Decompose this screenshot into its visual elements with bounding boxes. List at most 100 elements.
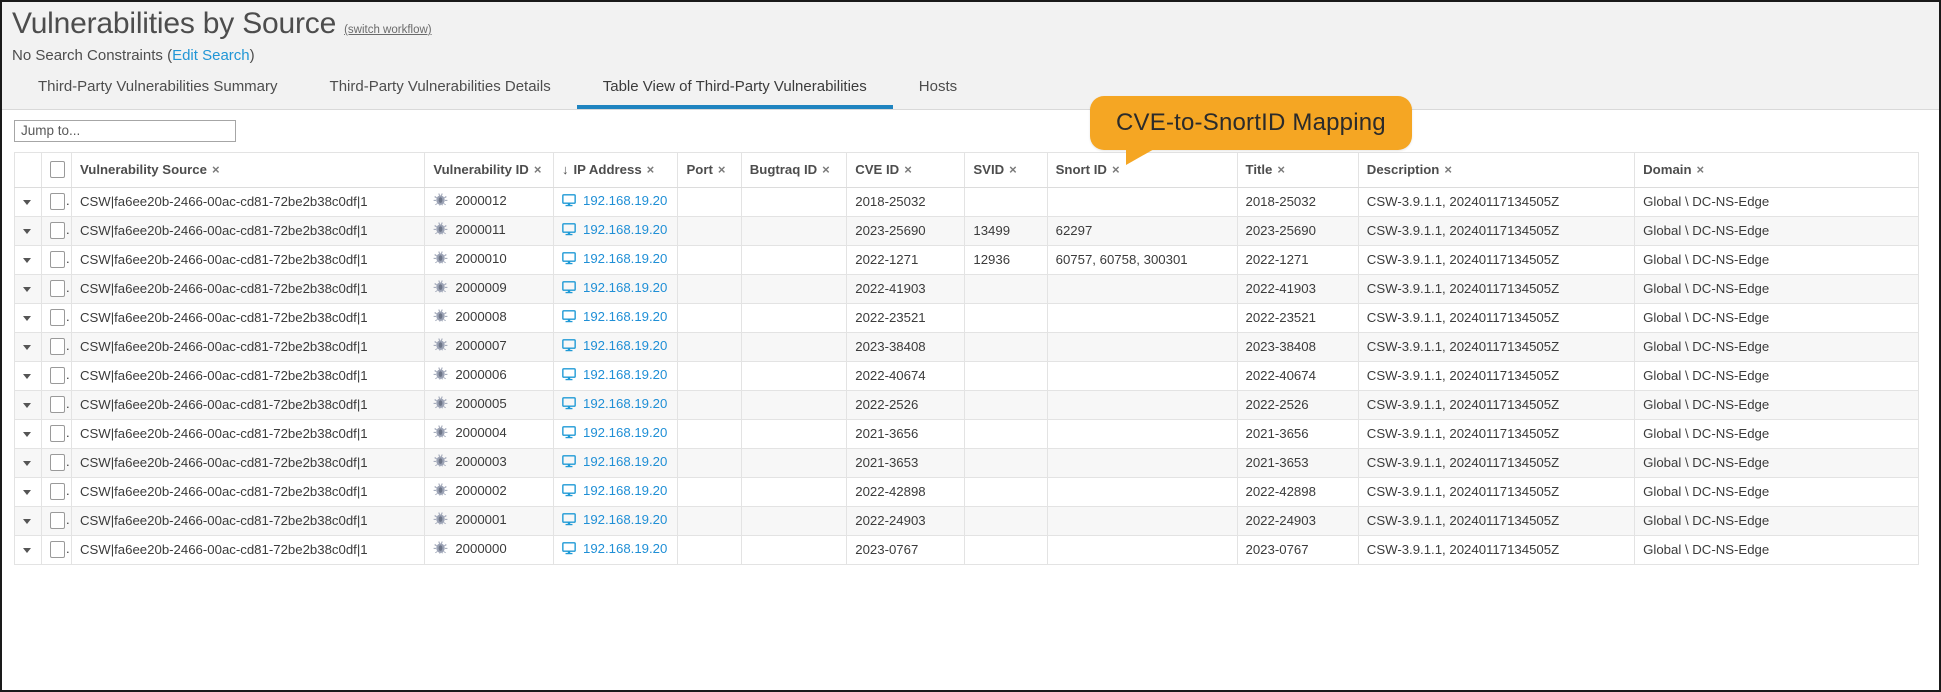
row-expand-cell[interactable] (13, 506, 43, 536)
row-select-cell[interactable] (41, 390, 72, 420)
cell-ip-address[interactable]: 192.168.19.20 (552, 332, 679, 362)
close-icon[interactable]: × (1444, 163, 1452, 176)
table-row[interactable]: CSW|fa6ee20b-2466-00ac-cd81-72be2b38c0df… (13, 216, 1919, 246)
row-checkbox[interactable] (50, 193, 66, 210)
tab-table-view-of-third-party-vulnerabilities[interactable]: Table View of Third-Party Vulnerabilitie… (576, 74, 893, 109)
row-select-cell[interactable] (41, 506, 72, 536)
header-ip-address[interactable]: ↓ IP Address × (552, 151, 679, 188)
row-checkbox[interactable] (50, 512, 66, 529)
row-select-cell[interactable] (41, 274, 72, 304)
chevron-down-icon[interactable] (23, 548, 31, 554)
jump-to-input[interactable] (14, 119, 236, 142)
header-domain[interactable]: Domain × (1634, 151, 1919, 188)
close-icon[interactable]: × (647, 163, 655, 176)
switch-workflow-link[interactable]: (switch workflow) (344, 24, 432, 36)
row-select-cell[interactable] (41, 303, 72, 333)
row-checkbox[interactable] (50, 541, 66, 558)
row-select-cell[interactable] (41, 216, 72, 246)
header-bugtraq-id[interactable]: Bugtraq ID × (740, 151, 848, 188)
close-icon[interactable]: × (534, 163, 542, 176)
close-icon[interactable]: × (718, 163, 726, 176)
header-description[interactable]: Description × (1357, 151, 1636, 188)
row-checkbox[interactable] (50, 483, 66, 500)
row-expand-cell[interactable] (13, 216, 43, 246)
chevron-down-icon[interactable] (23, 519, 31, 525)
table-row[interactable]: CSW|fa6ee20b-2466-00ac-cd81-72be2b38c0df… (13, 332, 1919, 362)
chevron-down-icon[interactable] (23, 490, 31, 496)
chevron-down-icon[interactable] (23, 345, 31, 351)
row-select-cell[interactable] (41, 448, 72, 478)
cell-ip-address[interactable]: 192.168.19.20 (552, 477, 679, 507)
row-select-cell[interactable] (41, 361, 72, 391)
row-expand-cell[interactable] (13, 274, 43, 304)
row-expand-cell[interactable] (13, 535, 43, 565)
table-row[interactable]: CSW|fa6ee20b-2466-00ac-cd81-72be2b38c0df… (13, 245, 1919, 275)
chevron-down-icon[interactable] (23, 432, 31, 438)
row-checkbox[interactable] (50, 280, 66, 297)
table-row[interactable]: CSW|fa6ee20b-2466-00ac-cd81-72be2b38c0df… (13, 361, 1919, 391)
row-checkbox[interactable] (50, 367, 66, 384)
close-icon[interactable]: × (1697, 163, 1705, 176)
row-checkbox[interactable] (50, 309, 66, 326)
close-icon[interactable]: × (212, 163, 220, 176)
table-row[interactable]: CSW|fa6ee20b-2466-00ac-cd81-72be2b38c0df… (13, 419, 1919, 449)
table-row[interactable]: CSW|fa6ee20b-2466-00ac-cd81-72be2b38c0df… (13, 303, 1919, 333)
chevron-down-icon[interactable] (23, 229, 31, 235)
table-row[interactable]: CSW|fa6ee20b-2466-00ac-cd81-72be2b38c0df… (13, 274, 1919, 304)
header-vulnerability-source[interactable]: Vulnerability Source × (70, 151, 426, 188)
close-icon[interactable]: × (1277, 163, 1285, 176)
row-expand-cell[interactable] (13, 187, 43, 217)
table-row[interactable]: CSW|fa6ee20b-2466-00ac-cd81-72be2b38c0df… (13, 390, 1919, 420)
chevron-down-icon[interactable] (23, 374, 31, 380)
row-checkbox[interactable] (50, 222, 66, 239)
header-svid[interactable]: SVID × (964, 151, 1048, 188)
chevron-down-icon[interactable] (23, 258, 31, 264)
cell-ip-address[interactable]: 192.168.19.20 (552, 535, 679, 565)
table-row[interactable]: CSW|fa6ee20b-2466-00ac-cd81-72be2b38c0df… (13, 187, 1919, 217)
close-icon[interactable]: × (904, 163, 912, 176)
close-icon[interactable]: × (1009, 163, 1017, 176)
tab-third-party-vulnerabilities-details[interactable]: Third-Party Vulnerabilities Details (304, 74, 577, 109)
row-checkbox[interactable] (50, 425, 66, 442)
row-expand-cell[interactable] (13, 332, 43, 362)
cell-ip-address[interactable]: 192.168.19.20 (552, 274, 679, 304)
row-select-cell[interactable] (41, 419, 72, 449)
row-expand-cell[interactable] (13, 477, 43, 507)
tab-hosts[interactable]: Hosts (893, 74, 983, 109)
select-all-checkbox[interactable] (50, 161, 66, 178)
chevron-down-icon[interactable] (23, 316, 31, 322)
cell-ip-address[interactable]: 192.168.19.20 (552, 216, 679, 246)
row-select-cell[interactable] (41, 332, 72, 362)
row-select-cell[interactable] (41, 535, 72, 565)
table-row[interactable]: CSW|fa6ee20b-2466-00ac-cd81-72be2b38c0df… (13, 535, 1919, 565)
row-select-cell[interactable] (41, 477, 72, 507)
header-vulnerability-id[interactable]: Vulnerability ID × (424, 151, 554, 188)
cell-ip-address[interactable]: 192.168.19.20 (552, 245, 679, 275)
header-title[interactable]: Title × (1236, 151, 1359, 188)
row-select-cell[interactable] (41, 187, 72, 217)
cell-ip-address[interactable]: 192.168.19.20 (552, 390, 679, 420)
cell-ip-address[interactable]: 192.168.19.20 (552, 506, 679, 536)
row-expand-cell[interactable] (13, 303, 43, 333)
row-checkbox[interactable] (50, 251, 66, 268)
close-icon[interactable]: × (822, 163, 830, 176)
tab-third-party-vulnerabilities-summary[interactable]: Third-Party Vulnerabilities Summary (12, 74, 304, 109)
row-checkbox[interactable] (50, 454, 66, 471)
sort-descending-icon[interactable]: ↓ (562, 163, 569, 176)
table-row[interactable]: CSW|fa6ee20b-2466-00ac-cd81-72be2b38c0df… (13, 448, 1919, 478)
close-icon[interactable]: × (1112, 163, 1120, 176)
row-expand-cell[interactable] (13, 361, 43, 391)
chevron-down-icon[interactable] (23, 461, 31, 467)
cell-ip-address[interactable]: 192.168.19.20 (552, 419, 679, 449)
row-select-cell[interactable] (41, 245, 72, 275)
table-row[interactable]: CSW|fa6ee20b-2466-00ac-cd81-72be2b38c0df… (13, 477, 1919, 507)
table-row[interactable]: CSW|fa6ee20b-2466-00ac-cd81-72be2b38c0df… (13, 506, 1919, 536)
cell-ip-address[interactable]: 192.168.19.20 (552, 448, 679, 478)
cell-ip-address[interactable]: 192.168.19.20 (552, 361, 679, 391)
row-expand-cell[interactable] (13, 419, 43, 449)
chevron-down-icon[interactable] (23, 287, 31, 293)
header-cve-id[interactable]: CVE ID × (846, 151, 966, 188)
chevron-down-icon[interactable] (23, 200, 31, 206)
chevron-down-icon[interactable] (23, 403, 31, 409)
row-expand-cell[interactable] (13, 245, 43, 275)
